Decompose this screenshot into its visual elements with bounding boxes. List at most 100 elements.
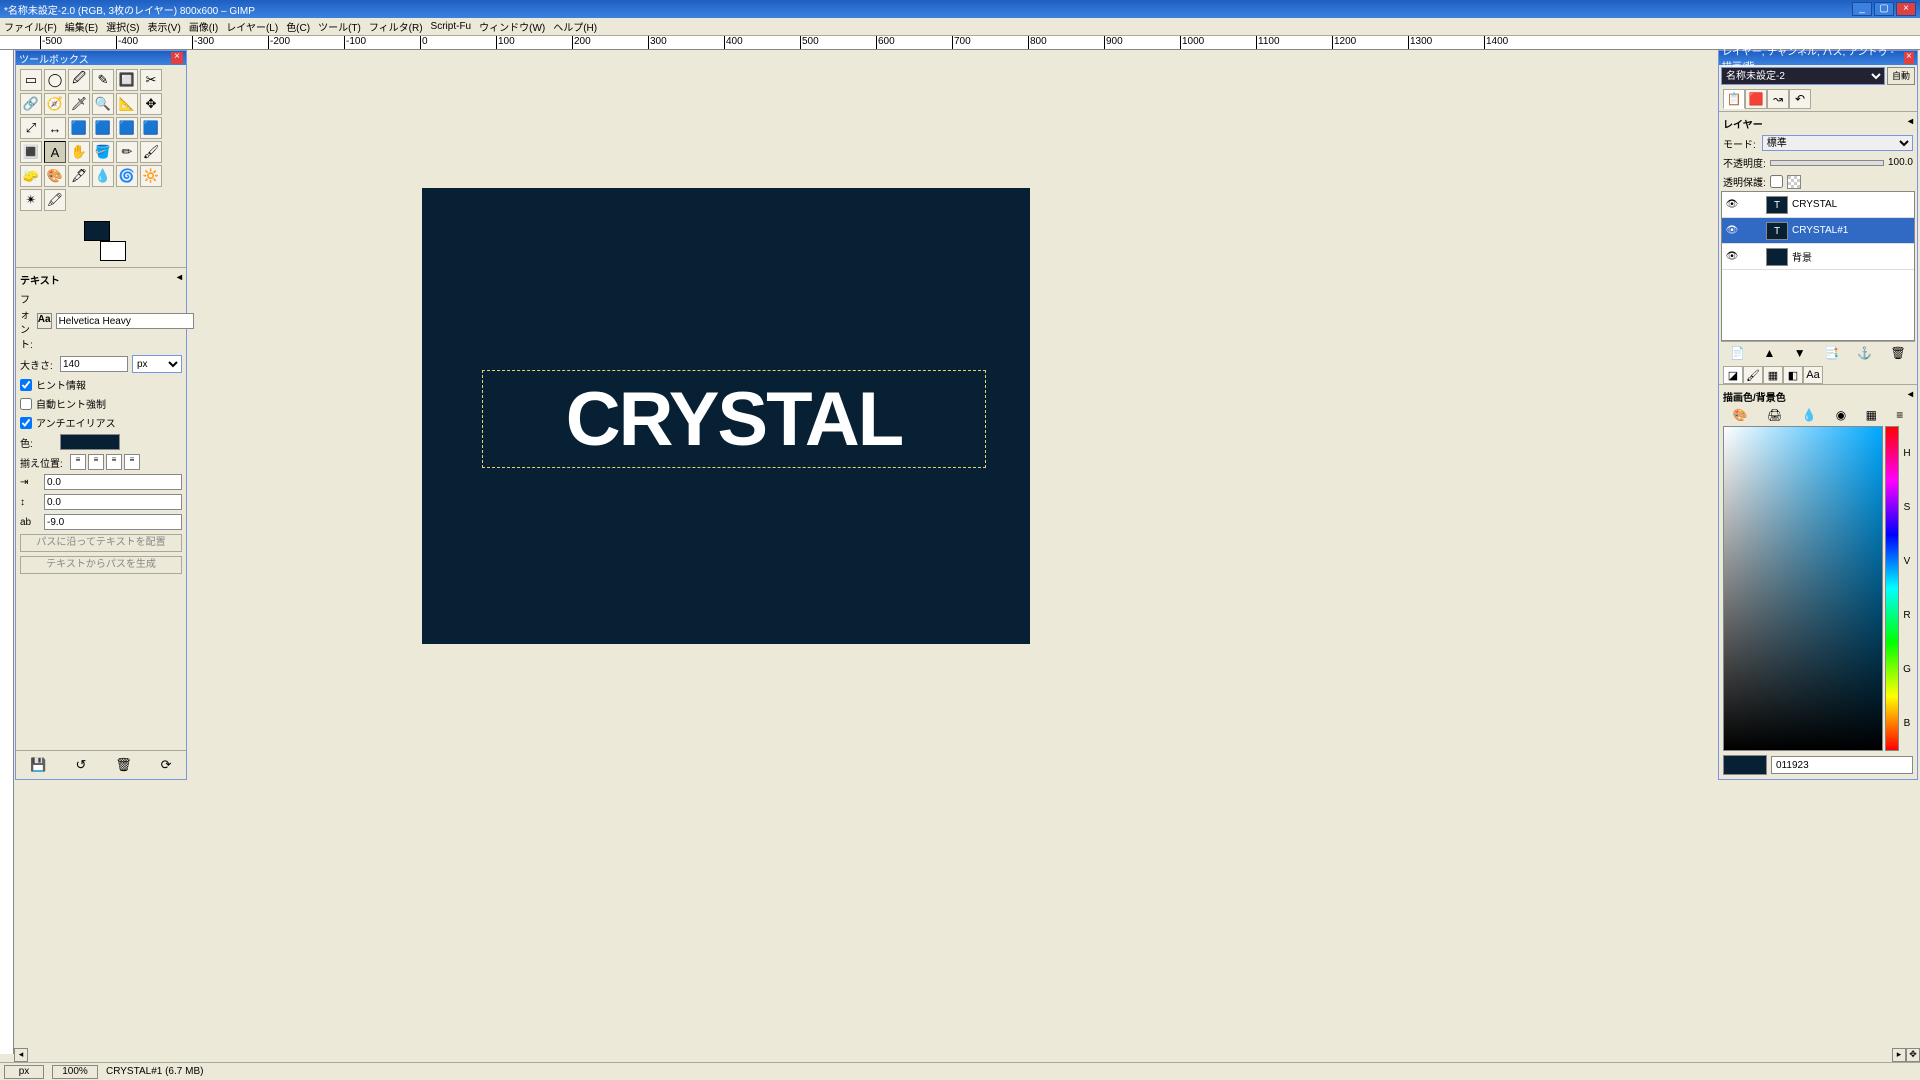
tool-4[interactable]: 🔲 [116, 69, 138, 91]
text-layer-bounds[interactable]: CRYSTAL [482, 370, 986, 468]
raise-layer-icon[interactable]: ▲ [1763, 346, 1775, 360]
tool-21[interactable]: 🪣 [92, 141, 114, 163]
scroll-left-icon[interactable]: ◂ [14, 1048, 28, 1062]
tool-7[interactable]: 🧭 [44, 93, 66, 115]
text-to-path-button[interactable]: テキストからパスを生成 [20, 556, 182, 574]
font-input[interactable] [56, 313, 194, 329]
tool-0[interactable]: ▭ [20, 69, 42, 91]
layer-visibility-icon[interactable]: 👁 [1722, 199, 1742, 210]
delete-options-icon[interactable]: 🗑 [115, 757, 132, 773]
tool-19[interactable]: A [44, 141, 66, 163]
color-tool-water-icon[interactable]: 💧 [1802, 408, 1817, 422]
justify-right-button[interactable]: ≡ [88, 454, 104, 470]
color-tool-cmyk-icon[interactable]: 🖨 [1767, 408, 1782, 422]
maximize-button[interactable]: ▢ [1874, 2, 1894, 16]
minitab-fgbg[interactable]: ◪ [1723, 366, 1743, 384]
tool-14[interactable]: 🟦 [68, 117, 90, 139]
color-tool-gimp-icon[interactable]: 🎨 [1733, 408, 1748, 422]
tool-20[interactable]: ✋ [68, 141, 90, 163]
hint-checkbox[interactable] [20, 379, 32, 391]
channel-letter[interactable]: R [1901, 610, 1913, 621]
tool-11[interactable]: ✥ [140, 93, 162, 115]
tab-paths[interactable]: ↝ [1767, 89, 1789, 109]
tool-6[interactable]: 🔗 [20, 93, 42, 115]
tool-9[interactable]: 🔍 [92, 93, 114, 115]
indent-a-input[interactable] [44, 474, 182, 490]
tool-10[interactable]: 📐 [116, 93, 138, 115]
close-button[interactable]: × [1896, 2, 1916, 16]
indent-c-input[interactable] [44, 514, 182, 530]
text-along-path-button[interactable]: パスに沿ってテキストを配置 [20, 534, 182, 552]
menu-edit[interactable]: 編集(E) [65, 19, 98, 34]
horizontal-scrollbar[interactable]: ◂ ▸ ✥ [14, 1048, 1920, 1062]
tool-15[interactable]: 🟦 [92, 117, 114, 139]
indent-b-input[interactable] [44, 494, 182, 510]
mode-select[interactable]: 標準 [1762, 135, 1913, 151]
channel-letter[interactable]: H [1901, 448, 1913, 459]
menu-layer[interactable]: レイヤー(L) [226, 19, 278, 34]
tool-24[interactable]: 🧽 [20, 165, 42, 187]
image-canvas[interactable]: CRYSTAL [422, 188, 1030, 644]
tool-5[interactable]: ✂ [140, 69, 162, 91]
tool-2[interactable]: 🖉 [68, 69, 90, 91]
fg-bg-colors[interactable] [76, 221, 126, 261]
minitab-brush[interactable]: 🖌 [1743, 366, 1763, 384]
menu-scriptfu[interactable]: Script-Fu [431, 21, 472, 32]
background-swatch[interactable] [100, 241, 126, 261]
tool-30[interactable]: ✴ [20, 189, 42, 211]
tab-channels[interactable]: 🟥 [1745, 89, 1767, 109]
font-badge-icon[interactable]: Aa [37, 313, 52, 329]
tool-27[interactable]: 💧 [92, 165, 114, 187]
menu-view[interactable]: 表示(V) [147, 19, 180, 34]
anchor-layer-icon[interactable]: ⚓ [1857, 346, 1872, 360]
menu-filters[interactable]: フィルタ(R) [369, 19, 423, 34]
canvas-area[interactable]: CRYSTAL [14, 50, 1920, 1054]
antialias-checkbox[interactable] [20, 417, 32, 429]
justify-center-button[interactable]: ≡ [106, 454, 122, 470]
minimize-button[interactable]: _ [1852, 2, 1872, 16]
menu-tools[interactable]: ツール(T) [318, 19, 361, 34]
tool-23[interactable]: 🖌 [140, 141, 162, 163]
menu-help[interactable]: ヘルプ(H) [553, 19, 597, 34]
tool-31[interactable]: 🖍 [44, 189, 66, 211]
foreground-swatch[interactable] [84, 221, 110, 241]
menu-window[interactable]: ウィンドウ(W) [479, 19, 545, 34]
minitab-font[interactable]: Aa [1803, 366, 1823, 384]
size-unit-select[interactable]: px [132, 355, 182, 373]
menu-color[interactable]: 色(C) [286, 19, 310, 34]
color-tool-palette-icon[interactable]: ▦ [1866, 408, 1877, 422]
size-input[interactable] [60, 356, 128, 372]
tool-16[interactable]: 🟦 [116, 117, 138, 139]
channel-letter[interactable]: G [1901, 664, 1913, 675]
restore-options-icon[interactable]: ↺ [75, 757, 86, 773]
scroll-right-icon[interactable]: ▸ [1892, 1048, 1906, 1062]
tool-3[interactable]: ✎ [92, 69, 114, 91]
save-options-icon[interactable]: 💾 [30, 757, 46, 773]
color-tool-wheel-icon[interactable]: ◉ [1836, 408, 1846, 422]
color-menu-icon[interactable]: ◂ [1908, 389, 1913, 404]
channel-letter[interactable]: S [1901, 502, 1913, 513]
tool-8[interactable]: 🗡 [68, 93, 90, 115]
lock-alpha-checkbox[interactable] [1770, 175, 1783, 188]
tool-12[interactable]: ⤢ [20, 117, 42, 139]
tool-1[interactable]: ◯ [44, 69, 66, 91]
unit-select[interactable]: px [4, 1065, 44, 1079]
layer-row[interactable]: 👁CRYSTAL#1 [1722, 218, 1914, 244]
toolbox-close-icon[interactable]: × [171, 52, 183, 64]
delete-layer-icon[interactable]: 🗑 [1891, 346, 1906, 360]
layers-menu-icon[interactable]: ◂ [1908, 116, 1913, 131]
nav-icon[interactable]: ✥ [1906, 1048, 1920, 1062]
rightdock-close-icon[interactable]: × [1904, 52, 1914, 64]
channel-letter[interactable]: B [1901, 718, 1913, 729]
tool-options-menu-icon[interactable]: ◂ [177, 272, 182, 287]
tool-25[interactable]: 🎨 [44, 165, 66, 187]
justify-fill-button[interactable]: ≡ [124, 454, 140, 470]
channel-letter[interactable]: V [1901, 556, 1913, 567]
reset-options-icon[interactable]: ⟳ [161, 757, 172, 773]
layer-visibility-icon[interactable]: 👁 [1722, 225, 1742, 236]
auto-button[interactable]: 自動 [1887, 67, 1915, 85]
layer-row[interactable]: 👁背景 [1722, 244, 1914, 270]
tool-13[interactable]: ↔ [44, 117, 66, 139]
tab-undo[interactable]: ↶ [1789, 89, 1811, 109]
layer-visibility-icon[interactable]: 👁 [1722, 251, 1742, 262]
